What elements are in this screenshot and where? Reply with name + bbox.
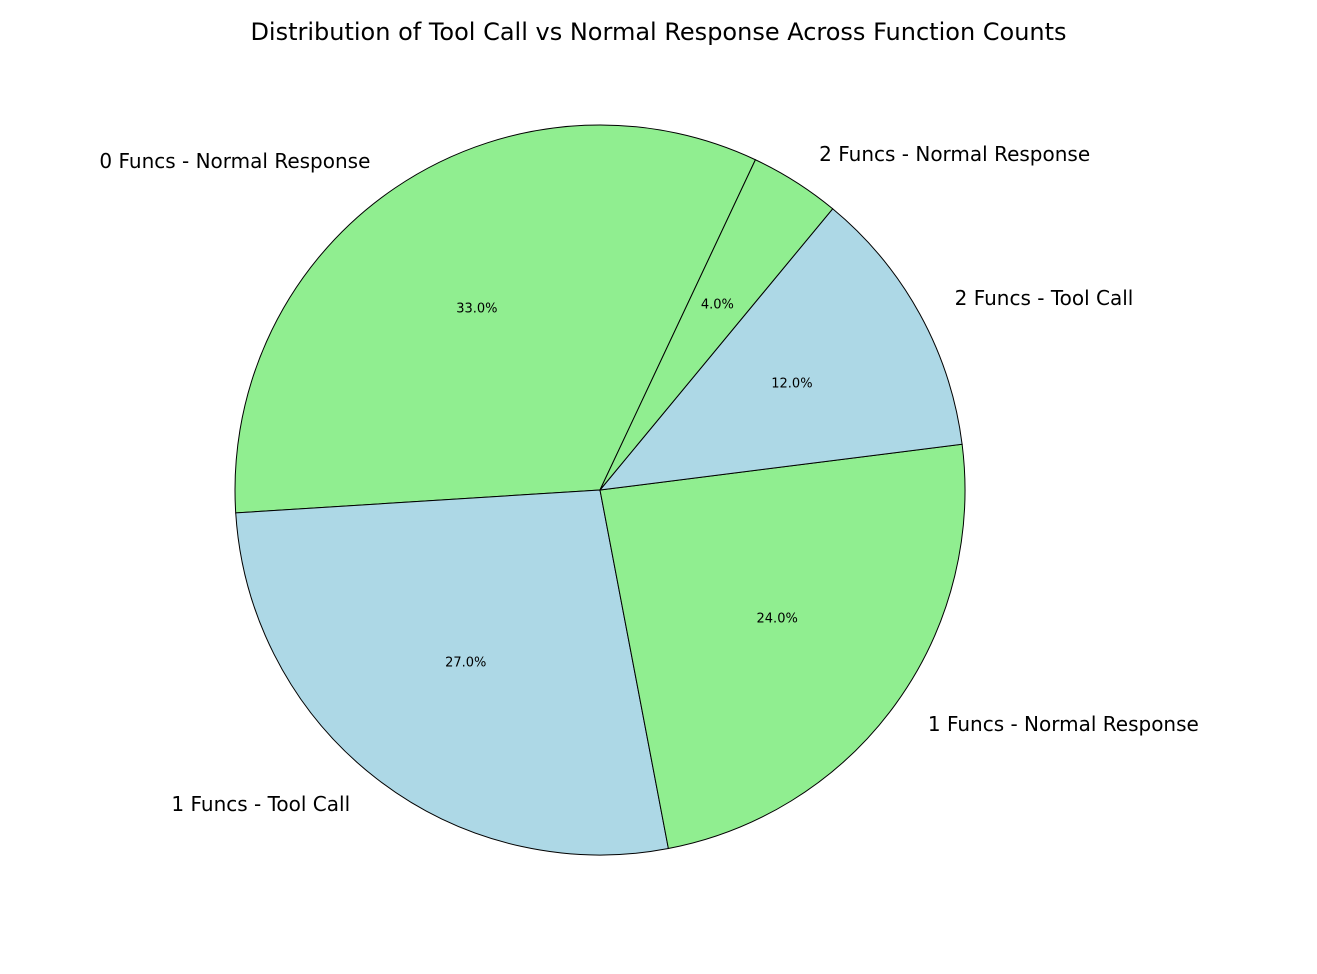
pie-percent-label: 33.0% — [456, 301, 497, 316]
pie-chart — [0, 0, 1317, 974]
pie-percent-label: 27.0% — [445, 656, 486, 671]
pie-category-label: 1 Funcs - Tool Call — [171, 792, 350, 816]
pie-percent-label: 12.0% — [771, 377, 812, 392]
pie-percent-label: 4.0% — [701, 298, 734, 313]
pie-percent-label: 24.0% — [757, 611, 798, 626]
pie-category-label: 0 Funcs - Normal Response — [99, 149, 370, 173]
pie-category-label: 1 Funcs - Normal Response — [928, 712, 1199, 736]
pie-category-label: 2 Funcs - Normal Response — [819, 142, 1090, 166]
pie-category-label: 2 Funcs - Tool Call — [955, 286, 1134, 310]
chart-container: Distribution of Tool Call vs Normal Resp… — [0, 0, 1317, 974]
